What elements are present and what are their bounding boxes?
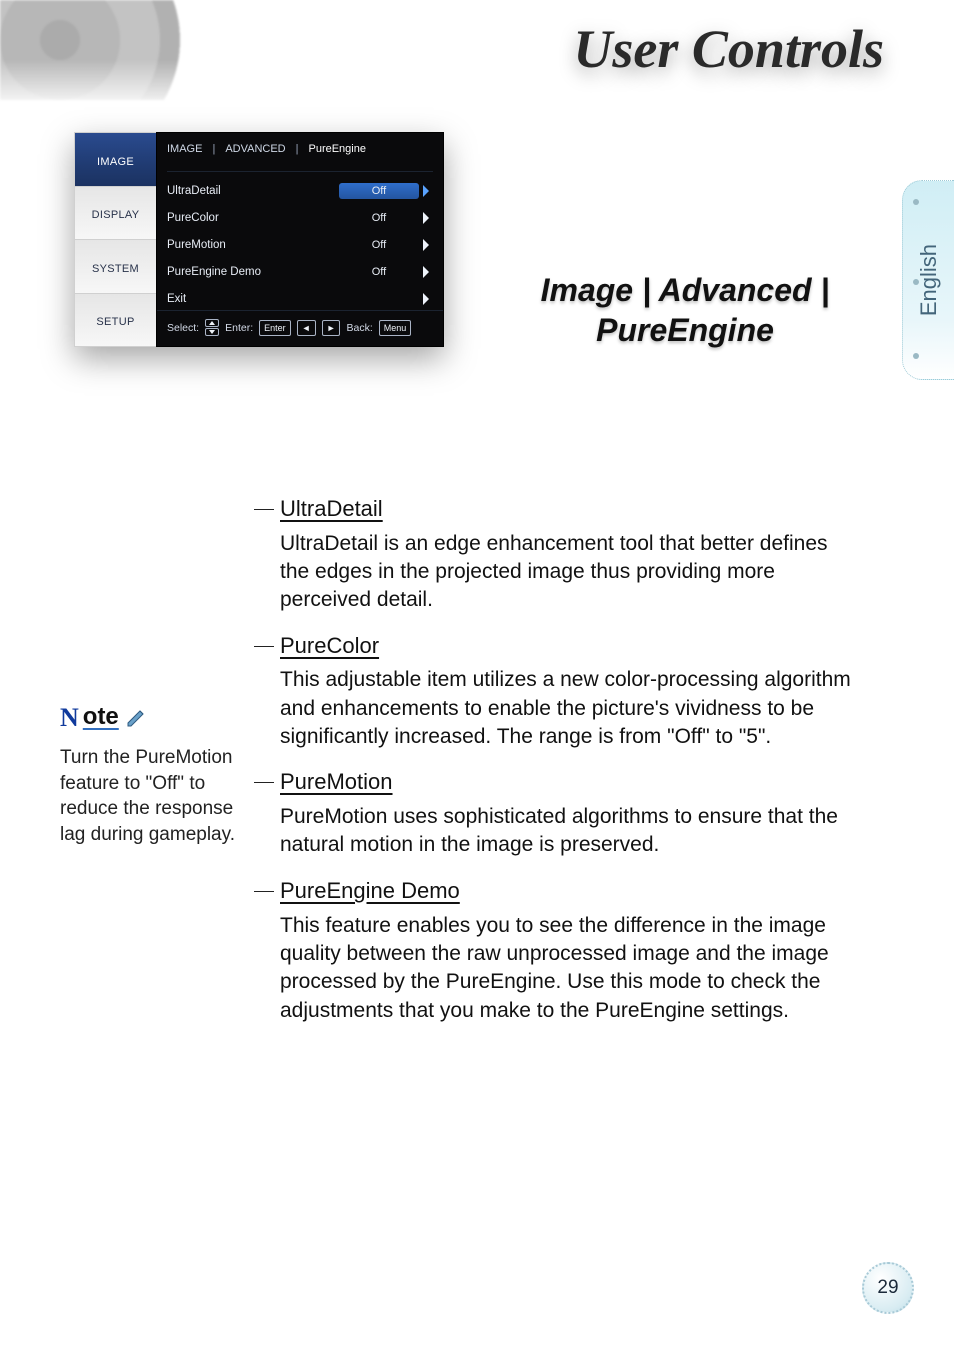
- osd-row-value: Off: [339, 212, 419, 224]
- breadcrumb-a: IMAGE: [167, 143, 202, 155]
- osd-row-label: PureMotion: [167, 239, 339, 251]
- enter-key-icon: Enter: [259, 320, 291, 336]
- osd-row-label: Exit: [167, 293, 339, 305]
- osd-row-puremotion[interactable]: PureMotion Off: [167, 234, 433, 256]
- section-title: Image | Advanced | PureEngine: [500, 270, 870, 350]
- page-title: User Controls: [573, 18, 884, 80]
- osd-row-value: Off: [339, 239, 419, 251]
- note-badge-initial: N: [60, 700, 79, 735]
- pencil-icon: [125, 707, 147, 729]
- osd-row-purecolor[interactable]: PureColor Off: [167, 207, 433, 229]
- heading-pureengine-demo: PureEngine Demo: [280, 876, 860, 906]
- main-column: UltraDetail UltraDetail is an edge enhan…: [280, 490, 860, 1041]
- osd-row-label: PureColor: [167, 212, 339, 224]
- breadcrumb-sep-icon: |: [296, 143, 299, 155]
- osd-footer: Select: Enter: Enter ◄ ► Back: Menu: [157, 310, 443, 346]
- osd-row-value: Off: [339, 183, 419, 199]
- note-text: Turn the PureMotion feature to "Off" to …: [60, 745, 260, 848]
- osd-panel: IMAGE | ADVANCED | PureEngine UltraDetai…: [156, 132, 444, 347]
- chevron-right-icon: [419, 265, 433, 279]
- heading-puremotion: PureMotion: [280, 767, 860, 797]
- osd-row-pureengine-demo[interactable]: PureEngine Demo Off: [167, 261, 433, 283]
- left-key-icon: ◄: [297, 320, 316, 336]
- breadcrumb-b: ADVANCED: [225, 143, 285, 155]
- heading-purecolor: PureColor: [280, 631, 860, 661]
- osd-row-label: PureEngine Demo: [167, 266, 339, 278]
- osd-row-ultradetail[interactable]: UltraDetail Off: [167, 180, 433, 202]
- dot-icon: [913, 199, 919, 205]
- content: Note Turn the PureMotion feature to "Off…: [60, 490, 860, 1041]
- osd-footer-select-label: Select:: [167, 322, 199, 334]
- osd-row-exit[interactable]: Exit: [167, 288, 433, 310]
- osd-tab-setup[interactable]: SETUP: [75, 294, 156, 347]
- body-pureengine-demo: This feature enables you to see the diff…: [280, 912, 860, 1025]
- osd-tab-image[interactable]: IMAGE: [75, 133, 156, 187]
- body-ultradetail: UltraDetail is an edge enhancement tool …: [280, 530, 860, 615]
- dot-icon: [913, 353, 919, 359]
- osd-tab-system[interactable]: SYSTEM: [75, 240, 156, 294]
- body-puremotion: PureMotion uses sophisticated algorithms…: [280, 803, 860, 860]
- right-key-icon: ►: [322, 320, 341, 336]
- body-purecolor: This adjustable item utilizes a new colo…: [280, 666, 860, 751]
- osd-left-tabs: IMAGE DISPLAY SYSTEM SETUP: [74, 132, 156, 347]
- osd-footer-enter-label: Enter:: [225, 322, 253, 334]
- breadcrumb-sep-icon: |: [212, 143, 215, 155]
- page-number-badge: 29: [862, 1262, 914, 1314]
- note-badge: Note: [60, 700, 260, 735]
- menu-key-icon: Menu: [379, 320, 412, 336]
- up-down-icon: [205, 319, 219, 336]
- chevron-right-icon: [419, 184, 433, 198]
- language-tab[interactable]: English: [902, 180, 954, 380]
- osd-breadcrumb: IMAGE | ADVANCED | PureEngine: [157, 133, 443, 163]
- osd-divider: [167, 171, 433, 172]
- osd-tab-display[interactable]: DISPLAY: [75, 187, 156, 241]
- chevron-right-icon: [419, 292, 433, 306]
- note-badge-rest: ote: [83, 701, 119, 733]
- osd-list: UltraDetail Off PureColor Off PureMotion…: [157, 176, 443, 310]
- heading-ultradetail: UltraDetail: [280, 494, 860, 524]
- note-column: Note Turn the PureMotion feature to "Off…: [60, 490, 260, 1041]
- osd-row-label: UltraDetail: [167, 185, 339, 197]
- language-tab-label: English: [916, 244, 942, 316]
- osd-row-value: Off: [339, 266, 419, 278]
- breadcrumb-c: PureEngine: [308, 143, 366, 155]
- dot-icon: [913, 279, 919, 285]
- osd-menu: IMAGE DISPLAY SYSTEM SETUP IMAGE | ADVAN…: [74, 132, 444, 347]
- chevron-right-icon: [419, 238, 433, 252]
- osd-footer-back-label: Back:: [346, 322, 372, 334]
- chevron-right-icon: [419, 211, 433, 225]
